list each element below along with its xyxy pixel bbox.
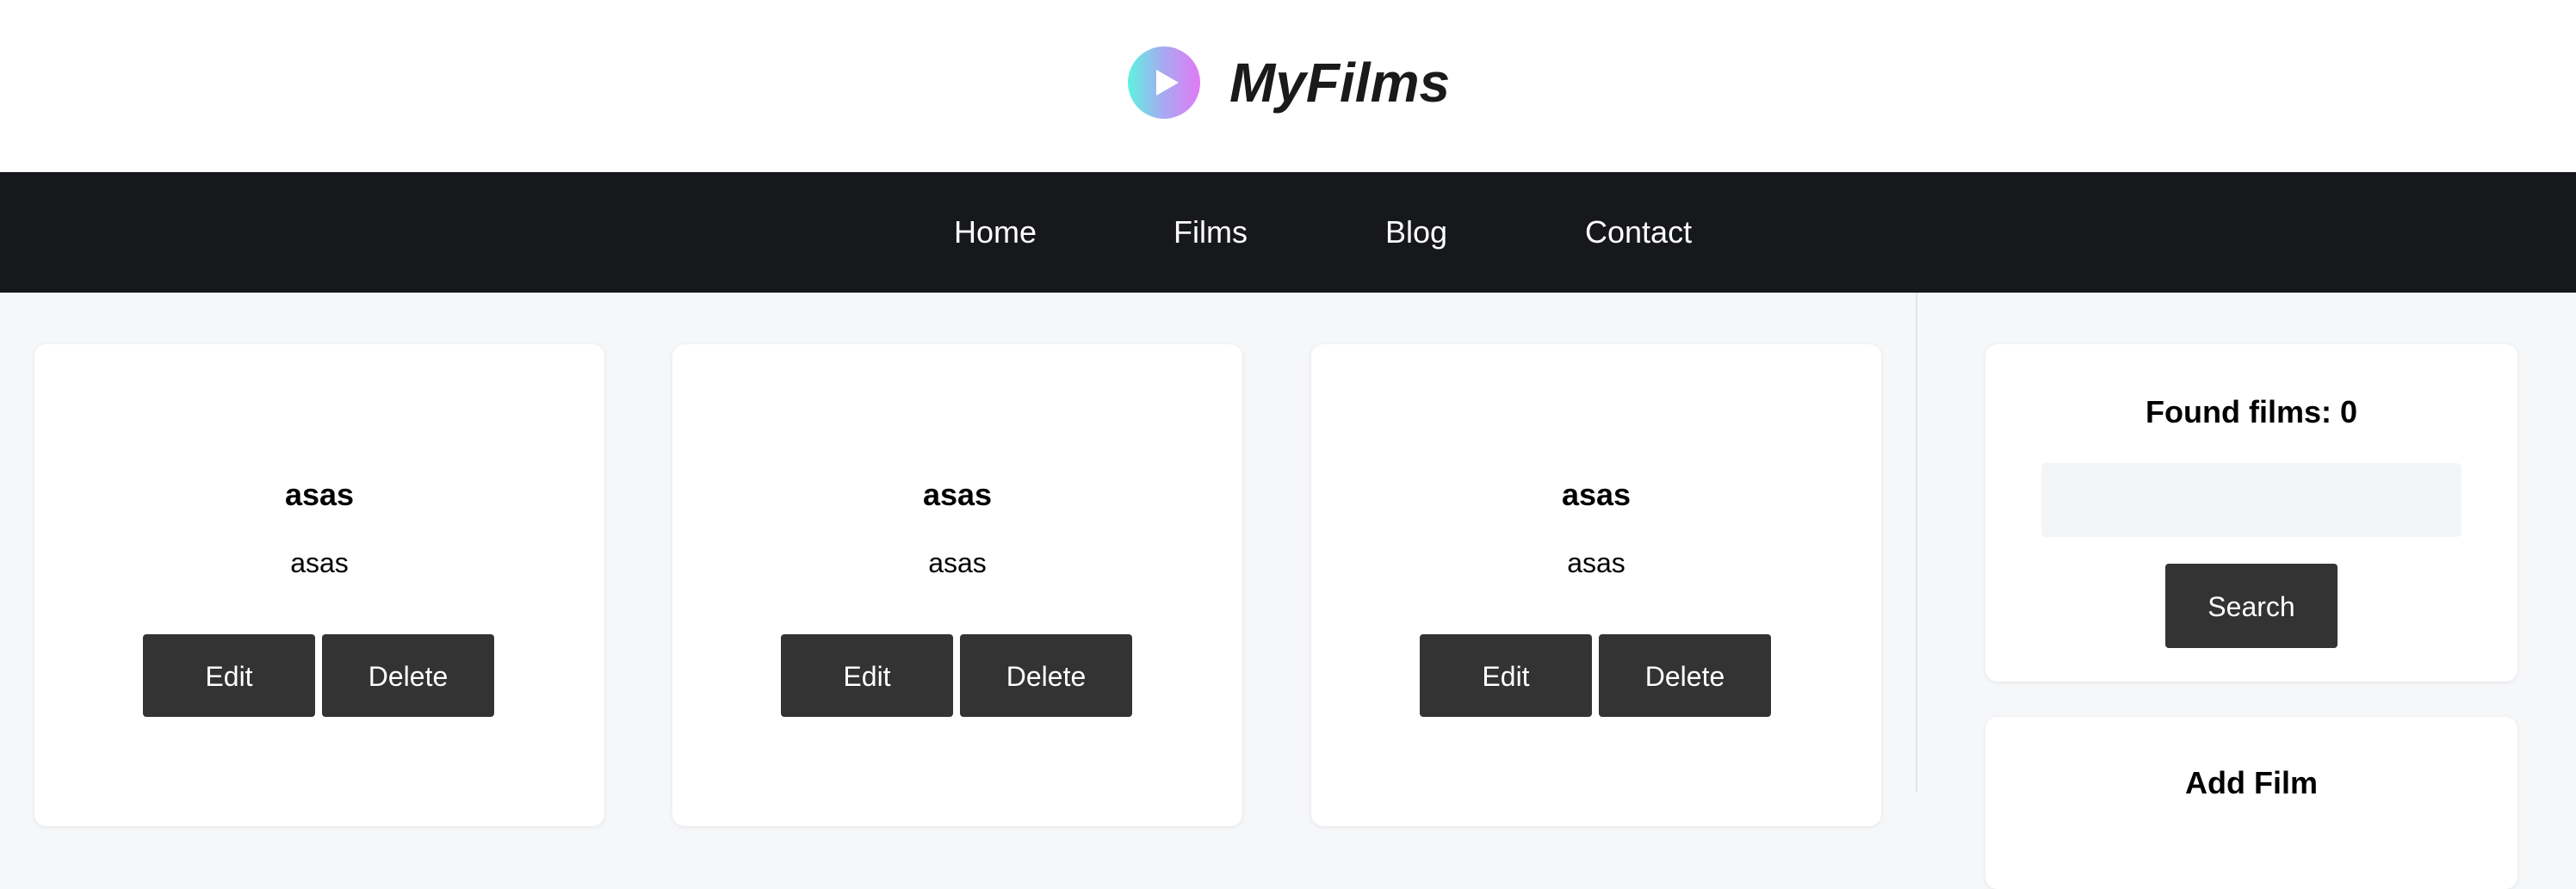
delete-button[interactable]: Delete bbox=[322, 634, 494, 717]
edit-button[interactable]: Edit bbox=[781, 634, 953, 717]
film-title: asas bbox=[922, 477, 993, 512]
film-title: asas bbox=[284, 477, 355, 512]
main-navbar: Home Films Blog Contact bbox=[0, 172, 2576, 293]
play-icon bbox=[1128, 46, 1200, 119]
site-header: MyFilms bbox=[0, 0, 2576, 172]
nav-item-films[interactable]: Films bbox=[1173, 172, 1248, 293]
delete-button[interactable]: Delete bbox=[960, 634, 1132, 717]
brand-name: MyFilms bbox=[1229, 52, 1451, 114]
film-description: asas bbox=[290, 547, 349, 578]
search-panel: Found films: 0 Search bbox=[1985, 344, 2517, 682]
nav-item-blog[interactable]: Blog bbox=[1385, 172, 1447, 293]
film-description: asas bbox=[928, 547, 987, 578]
content-divider bbox=[1916, 293, 1917, 792]
nav-item-home[interactable]: Home bbox=[954, 172, 1037, 293]
film-title: asas bbox=[1561, 477, 1632, 512]
add-film-panel: Add Film bbox=[1985, 717, 2517, 889]
edit-button[interactable]: Edit bbox=[143, 634, 315, 717]
add-film-title: Add Film bbox=[2185, 765, 2318, 800]
delete-button[interactable]: Delete bbox=[1599, 634, 1771, 717]
found-films-count: Found films: 0 bbox=[2146, 394, 2357, 429]
edit-button[interactable]: Edit bbox=[1420, 634, 1592, 717]
film-card: asas asas Edit Delete bbox=[1311, 344, 1881, 826]
film-description: asas bbox=[1567, 547, 1625, 578]
film-card: asas asas Edit Delete bbox=[672, 344, 1242, 826]
nav-item-contact[interactable]: Contact bbox=[1585, 172, 1692, 293]
site-logo[interactable]: MyFilms bbox=[1128, 46, 1450, 119]
search-button[interactable]: Search bbox=[2165, 564, 2338, 648]
film-card: asas asas Edit Delete bbox=[34, 344, 604, 826]
search-input[interactable] bbox=[2041, 463, 2461, 537]
